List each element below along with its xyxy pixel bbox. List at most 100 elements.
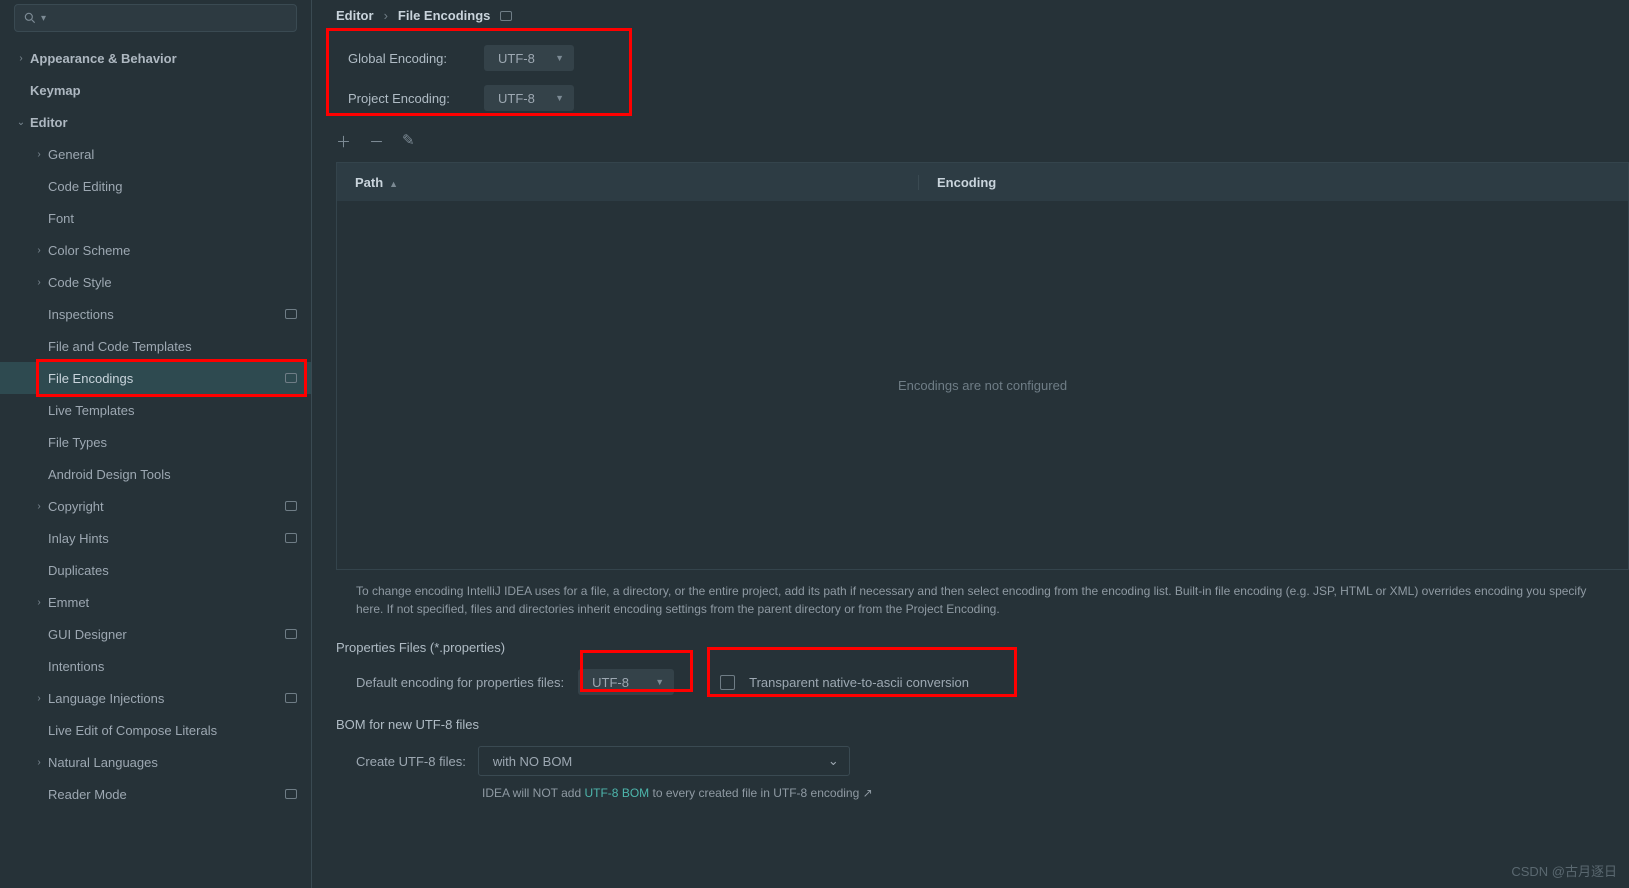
sidebar-item-file-and-code-templates[interactable]: File and Code Templates	[0, 330, 311, 362]
sidebar-item-font[interactable]: Font	[0, 202, 311, 234]
chevron-right-icon[interactable]: ›	[30, 693, 48, 704]
sidebar-item-keymap[interactable]: Keymap	[0, 74, 311, 106]
encodings-table: Path▲ Encoding Encodings are not configu…	[336, 162, 1629, 570]
breadcrumb-root[interactable]: Editor	[336, 8, 374, 23]
encoding-settings-block: Global Encoding: UTF-8 ▼ Project Encodin…	[336, 31, 936, 125]
scope-badge-icon	[285, 373, 297, 383]
search-caret: ▾	[41, 13, 46, 24]
bom-create-dropdown[interactable]: with NO BOM ⌄	[478, 746, 850, 776]
chevron-right-icon[interactable]: ›	[30, 245, 48, 256]
bom-note: IDEA will NOT add UTF-8 BOM to every cre…	[482, 786, 1629, 800]
sidebar-item-android-design-tools[interactable]: Android Design Tools	[0, 458, 311, 490]
scope-badge-icon[interactable]	[500, 11, 512, 21]
edit-button[interactable]: ✎	[402, 131, 415, 152]
search-input[interactable]: ▾	[14, 4, 297, 32]
chevron-down-icon[interactable]: ⌄	[12, 117, 30, 128]
global-encoding-label: Global Encoding:	[348, 51, 466, 66]
sidebar-item-inlay-hints[interactable]: Inlay Hints	[0, 522, 311, 554]
sidebar-item-color-scheme[interactable]: ›Color Scheme	[0, 234, 311, 266]
sort-indicator-icon: ▲	[389, 179, 398, 189]
sidebar-item-label: Copyright	[48, 499, 285, 514]
main-panel: Editor › File Encodings Global Encoding:…	[312, 0, 1629, 888]
add-button[interactable]: ＋	[336, 131, 351, 152]
sidebar-item-label: Natural Languages	[48, 755, 297, 770]
sidebar-item-label: Reader Mode	[48, 787, 285, 802]
properties-encoding-dropdown[interactable]: UTF-8 ▼	[578, 669, 674, 695]
sidebar-item-code-editing[interactable]: Code Editing	[0, 170, 311, 202]
sidebar-item-natural-languages[interactable]: ›Natural Languages	[0, 746, 311, 778]
table-header-path[interactable]: Path▲	[337, 175, 919, 190]
sidebar-item-file-encodings[interactable]: File Encodings	[0, 362, 311, 394]
sidebar-item-general[interactable]: ›General	[0, 138, 311, 170]
sidebar-item-copyright[interactable]: ›Copyright	[0, 490, 311, 522]
sidebar-item-label: Language Injections	[48, 691, 285, 706]
sidebar-item-language-injections[interactable]: ›Language Injections	[0, 682, 311, 714]
breadcrumb: Editor › File Encodings	[312, 4, 1629, 31]
chevron-down-icon: ▼	[555, 93, 564, 103]
sidebar-item-label: GUI Designer	[48, 627, 285, 642]
scope-badge-icon	[285, 501, 297, 511]
settings-tree: ›Appearance & BehaviorKeymap⌄Editor›Gene…	[0, 42, 311, 888]
project-encoding-label: Project Encoding:	[348, 91, 466, 106]
sidebar-item-label: Code Style	[48, 275, 297, 290]
transparent-ascii-label: Transparent native-to-ascii conversion	[749, 675, 969, 690]
sidebar-item-label: Code Editing	[48, 179, 297, 194]
sidebar-item-intentions[interactable]: Intentions	[0, 650, 311, 682]
chevron-down-icon: ▼	[655, 677, 664, 687]
sidebar-item-label: Duplicates	[48, 563, 297, 578]
sidebar-item-file-types[interactable]: File Types	[0, 426, 311, 458]
sidebar-item-live-templates[interactable]: Live Templates	[0, 394, 311, 426]
chevron-right-icon[interactable]: ›	[30, 757, 48, 768]
remove-button[interactable]: －	[369, 131, 384, 152]
sidebar-item-label: Color Scheme	[48, 243, 297, 258]
sidebar-item-inspections[interactable]: Inspections	[0, 298, 311, 330]
encoding-hint-text: To change encoding IntelliJ IDEA uses fo…	[356, 582, 1629, 618]
properties-section-title: Properties Files (*.properties)	[336, 640, 1629, 655]
sidebar-item-label: File Encodings	[48, 371, 285, 386]
sidebar-item-label: Live Templates	[48, 403, 297, 418]
transparent-ascii-checkbox[interactable]	[720, 675, 735, 690]
sidebar-item-label: Inspections	[48, 307, 285, 322]
sidebar-item-editor[interactable]: ⌄Editor	[0, 106, 311, 138]
sidebar-item-live-edit-of-compose-literals[interactable]: Live Edit of Compose Literals	[0, 714, 311, 746]
table-header-encoding[interactable]: Encoding	[919, 175, 1628, 190]
table-toolbar: ＋ － ✎	[312, 125, 1629, 156]
sidebar-item-emmet[interactable]: ›Emmet	[0, 586, 311, 618]
sidebar-item-label: Android Design Tools	[48, 467, 297, 482]
chevron-right-icon[interactable]: ›	[30, 277, 48, 288]
bom-create-value: with NO BOM	[493, 754, 572, 769]
sidebar-item-label: Inlay Hints	[48, 531, 285, 546]
settings-sidebar: ▾ ›Appearance & BehaviorKeymap⌄Editor›Ge…	[0, 0, 312, 888]
sidebar-item-label: File Types	[48, 435, 297, 450]
sidebar-item-gui-designer[interactable]: GUI Designer	[0, 618, 311, 650]
scope-badge-icon	[285, 533, 297, 543]
sidebar-item-appearance-behavior[interactable]: ›Appearance & Behavior	[0, 42, 311, 74]
sidebar-item-label: Emmet	[48, 595, 297, 610]
chevron-down-icon: ▼	[555, 53, 564, 63]
global-encoding-dropdown[interactable]: UTF-8 ▼	[484, 45, 574, 71]
chevron-right-icon[interactable]: ›	[12, 53, 30, 64]
sidebar-item-label: General	[48, 147, 297, 162]
sidebar-item-label: Font	[48, 211, 297, 226]
bom-section-title: BOM for new UTF-8 files	[336, 717, 1629, 732]
scope-badge-icon	[285, 309, 297, 319]
breadcrumb-separator: ›	[384, 8, 388, 23]
search-icon	[23, 11, 37, 25]
sidebar-item-reader-mode[interactable]: Reader Mode	[0, 778, 311, 810]
utf8-bom-link[interactable]: UTF-8 BOM	[584, 786, 649, 800]
properties-encoding-value: UTF-8	[592, 675, 629, 690]
properties-default-label: Default encoding for properties files:	[356, 675, 564, 690]
sidebar-item-label: Intentions	[48, 659, 297, 674]
sidebar-item-label: Keymap	[30, 83, 297, 98]
chevron-right-icon[interactable]: ›	[30, 501, 48, 512]
global-encoding-value: UTF-8	[498, 51, 535, 66]
sidebar-item-duplicates[interactable]: Duplicates	[0, 554, 311, 586]
project-encoding-value: UTF-8	[498, 91, 535, 106]
chevron-right-icon[interactable]: ›	[30, 597, 48, 608]
chevron-right-icon[interactable]: ›	[30, 149, 48, 160]
sidebar-item-label: File and Code Templates	[48, 339, 297, 354]
sidebar-item-code-style[interactable]: ›Code Style	[0, 266, 311, 298]
project-encoding-dropdown[interactable]: UTF-8 ▼	[484, 85, 574, 111]
sidebar-item-label: Live Edit of Compose Literals	[48, 723, 297, 738]
scope-badge-icon	[285, 789, 297, 799]
